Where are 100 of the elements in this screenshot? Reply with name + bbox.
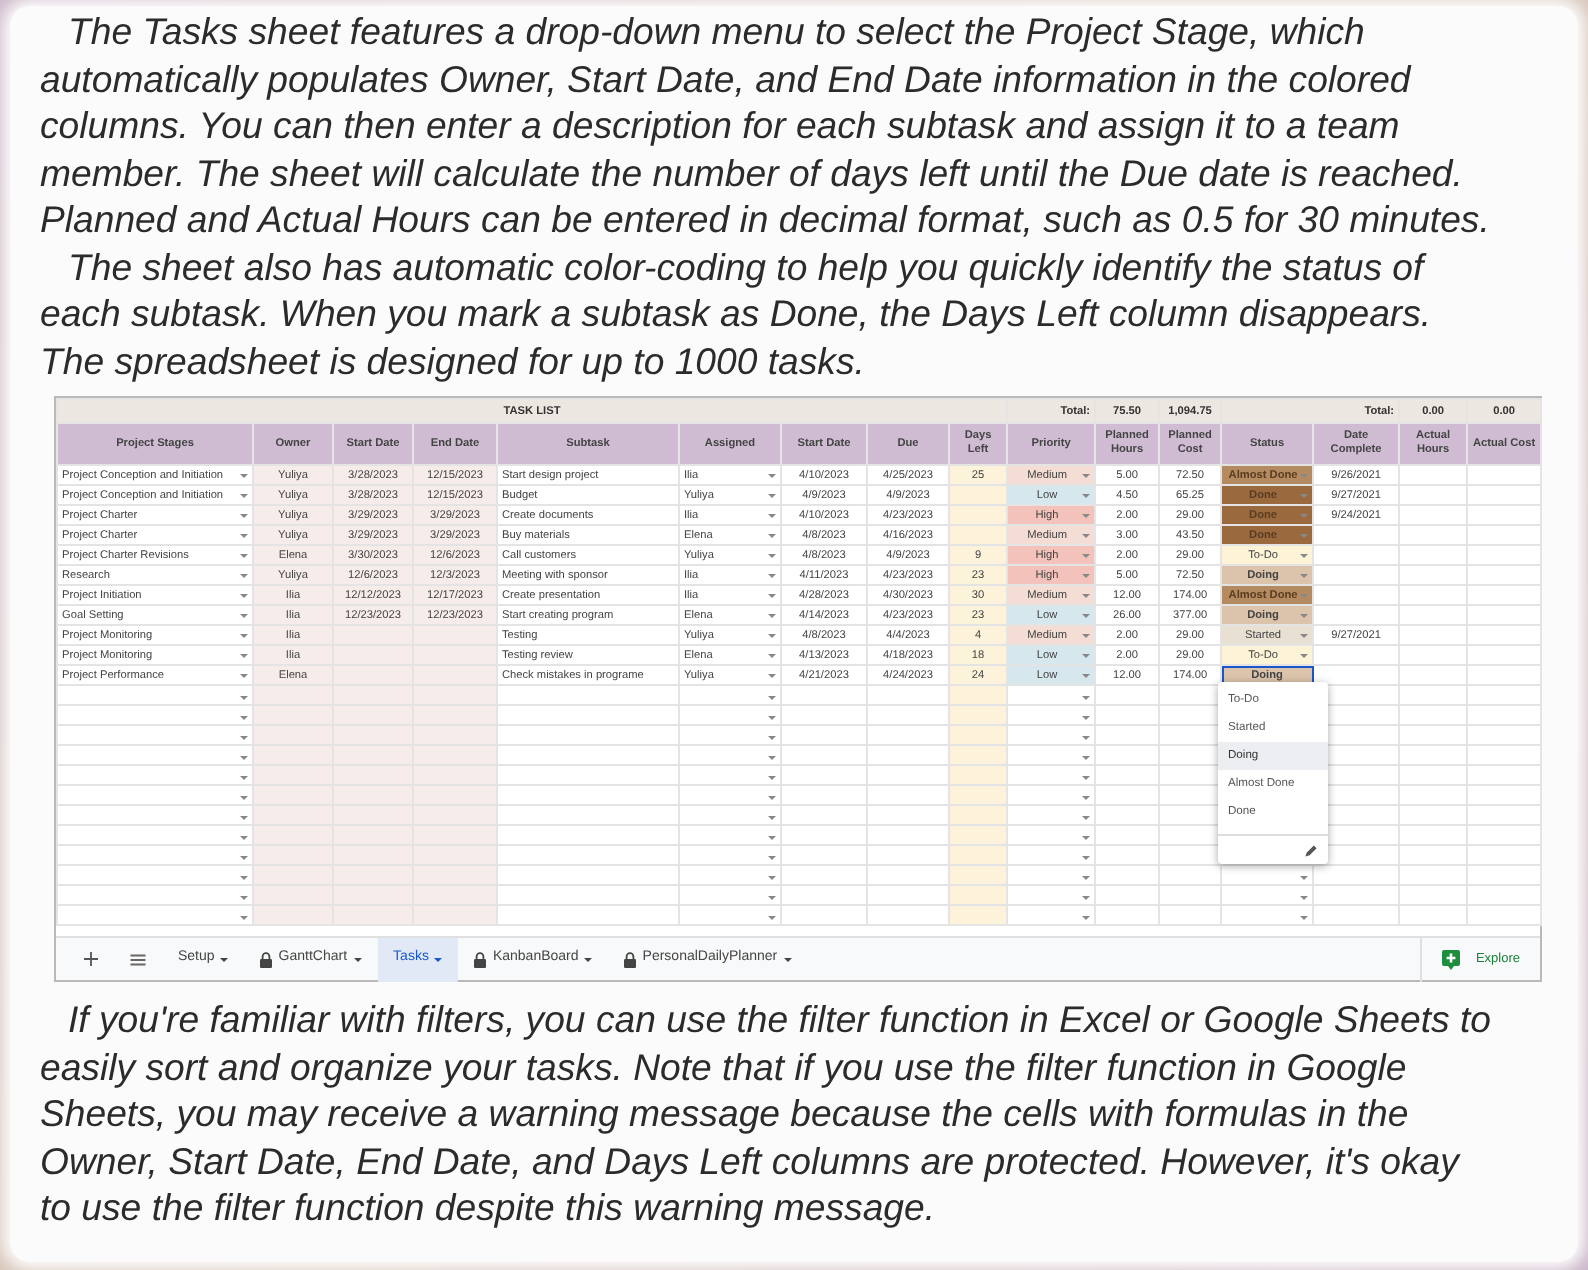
caret-icon <box>768 696 776 700</box>
dropdown-cell[interactable] <box>1007 745 1096 765</box>
caret-icon <box>240 696 248 700</box>
dropdown-cell[interactable] <box>1007 765 1096 785</box>
caret-icon <box>768 756 776 760</box>
caret-icon <box>1082 716 1091 720</box>
caret-icon <box>434 957 443 961</box>
dropdown-cell[interactable] <box>679 845 781 865</box>
caret-icon <box>240 756 248 760</box>
dropdown-cell[interactable] <box>1007 865 1096 885</box>
dropdown-cell[interactable] <box>679 725 781 745</box>
caret-icon <box>768 653 776 657</box>
caret-icon <box>1082 653 1091 657</box>
dropdown-cell[interactable] <box>57 705 253 725</box>
dropdown-cell[interactable] <box>57 785 253 805</box>
dropdown-cell[interactable] <box>57 845 253 865</box>
caret-icon <box>240 613 248 617</box>
dropdown-cell[interactable] <box>679 865 781 885</box>
caret-icon <box>1082 696 1091 700</box>
dropdown-cell[interactable] <box>679 745 781 765</box>
caret-icon <box>768 533 776 537</box>
dropdown-cell[interactable] <box>57 685 253 705</box>
caret-icon <box>1082 593 1091 597</box>
caret-icon <box>1082 896 1091 900</box>
dropdown-cell[interactable] <box>1007 705 1096 725</box>
caret-icon <box>240 796 248 800</box>
dropdown-cell[interactable] <box>679 765 781 785</box>
dropdown-cell[interactable] <box>57 805 253 825</box>
caret-icon <box>1082 836 1091 840</box>
caret-icon <box>240 876 248 880</box>
dropdown-cell[interactable] <box>1221 905 1314 925</box>
dropdown-cell[interactable] <box>1007 725 1096 745</box>
caret-icon <box>1300 916 1309 920</box>
dropdown-cell[interactable] <box>1007 685 1096 705</box>
caret-icon <box>240 673 248 677</box>
caret-icon <box>240 836 248 840</box>
caret-icon <box>1300 593 1309 597</box>
caret-icon <box>240 716 248 720</box>
caret-icon <box>1300 876 1309 880</box>
caret-icon <box>1300 553 1309 557</box>
dropdown-cell[interactable] <box>57 825 253 845</box>
caret-icon <box>353 957 362 961</box>
dropdown-cell[interactable] <box>1221 885 1314 905</box>
dropdown-cell[interactable] <box>57 905 253 925</box>
dropdown-cell[interactable] <box>679 785 781 805</box>
caret-icon <box>240 493 248 497</box>
caret-icon <box>768 716 776 720</box>
caret-icon <box>1082 633 1091 637</box>
caret-icon <box>240 916 248 920</box>
dropdown-cell[interactable] <box>679 885 781 905</box>
caret-icon <box>1300 613 1309 617</box>
caret-icon <box>1082 553 1091 557</box>
dropdown-cell[interactable] <box>679 685 781 705</box>
caret-icon <box>240 593 248 597</box>
caret-icon <box>768 836 776 840</box>
caret-icon <box>1300 633 1309 637</box>
dropdown-cell[interactable] <box>57 725 253 745</box>
caret-icon <box>1082 673 1091 677</box>
dropdown-cell[interactable] <box>679 825 781 845</box>
add-icon[interactable] <box>84 952 98 966</box>
dropdown-cell[interactable] <box>1007 805 1096 825</box>
caret-icon <box>768 593 776 597</box>
caret-icon <box>768 776 776 780</box>
dropdown-cell[interactable] <box>1007 905 1096 925</box>
caret-icon <box>1082 573 1091 577</box>
caret-icon <box>1082 756 1091 760</box>
lock-icon <box>624 951 637 967</box>
dropdown-cell[interactable] <box>1007 825 1096 845</box>
caret-icon <box>1082 916 1091 920</box>
caret-icon <box>240 633 248 637</box>
dropdown-cell[interactable] <box>57 745 253 765</box>
menu-icon[interactable] <box>130 953 146 965</box>
caret-icon <box>1300 896 1309 900</box>
caret-icon <box>768 796 776 800</box>
caret-icon <box>768 513 776 517</box>
dropdown-cell[interactable] <box>1007 885 1096 905</box>
dropdown-cell[interactable] <box>57 885 253 905</box>
caret-icon <box>240 856 248 860</box>
caret-icon <box>1082 876 1091 880</box>
caret-icon <box>768 493 776 497</box>
dropdown-cell[interactable] <box>1007 845 1096 865</box>
caret-icon <box>220 957 229 961</box>
caret-icon <box>1300 473 1309 477</box>
dropdown-cell[interactable] <box>679 805 781 825</box>
dropdown-cell[interactable] <box>1007 785 1096 805</box>
caret-icon <box>584 957 593 961</box>
caret-icon <box>783 957 792 961</box>
caret-icon <box>240 776 248 780</box>
caret-icon <box>240 896 248 900</box>
pencil-icon[interactable] <box>1304 843 1318 857</box>
caret-icon <box>1082 736 1091 740</box>
caret-icon <box>768 736 776 740</box>
caret-icon <box>768 573 776 577</box>
lock-icon <box>260 951 273 967</box>
dropdown-cell[interactable] <box>57 865 253 885</box>
dropdown-cell[interactable] <box>679 705 781 725</box>
dropdown-cell[interactable] <box>679 905 781 925</box>
dropdown-cell[interactable] <box>57 765 253 785</box>
caret-icon <box>240 653 248 657</box>
caret-icon <box>240 736 248 740</box>
